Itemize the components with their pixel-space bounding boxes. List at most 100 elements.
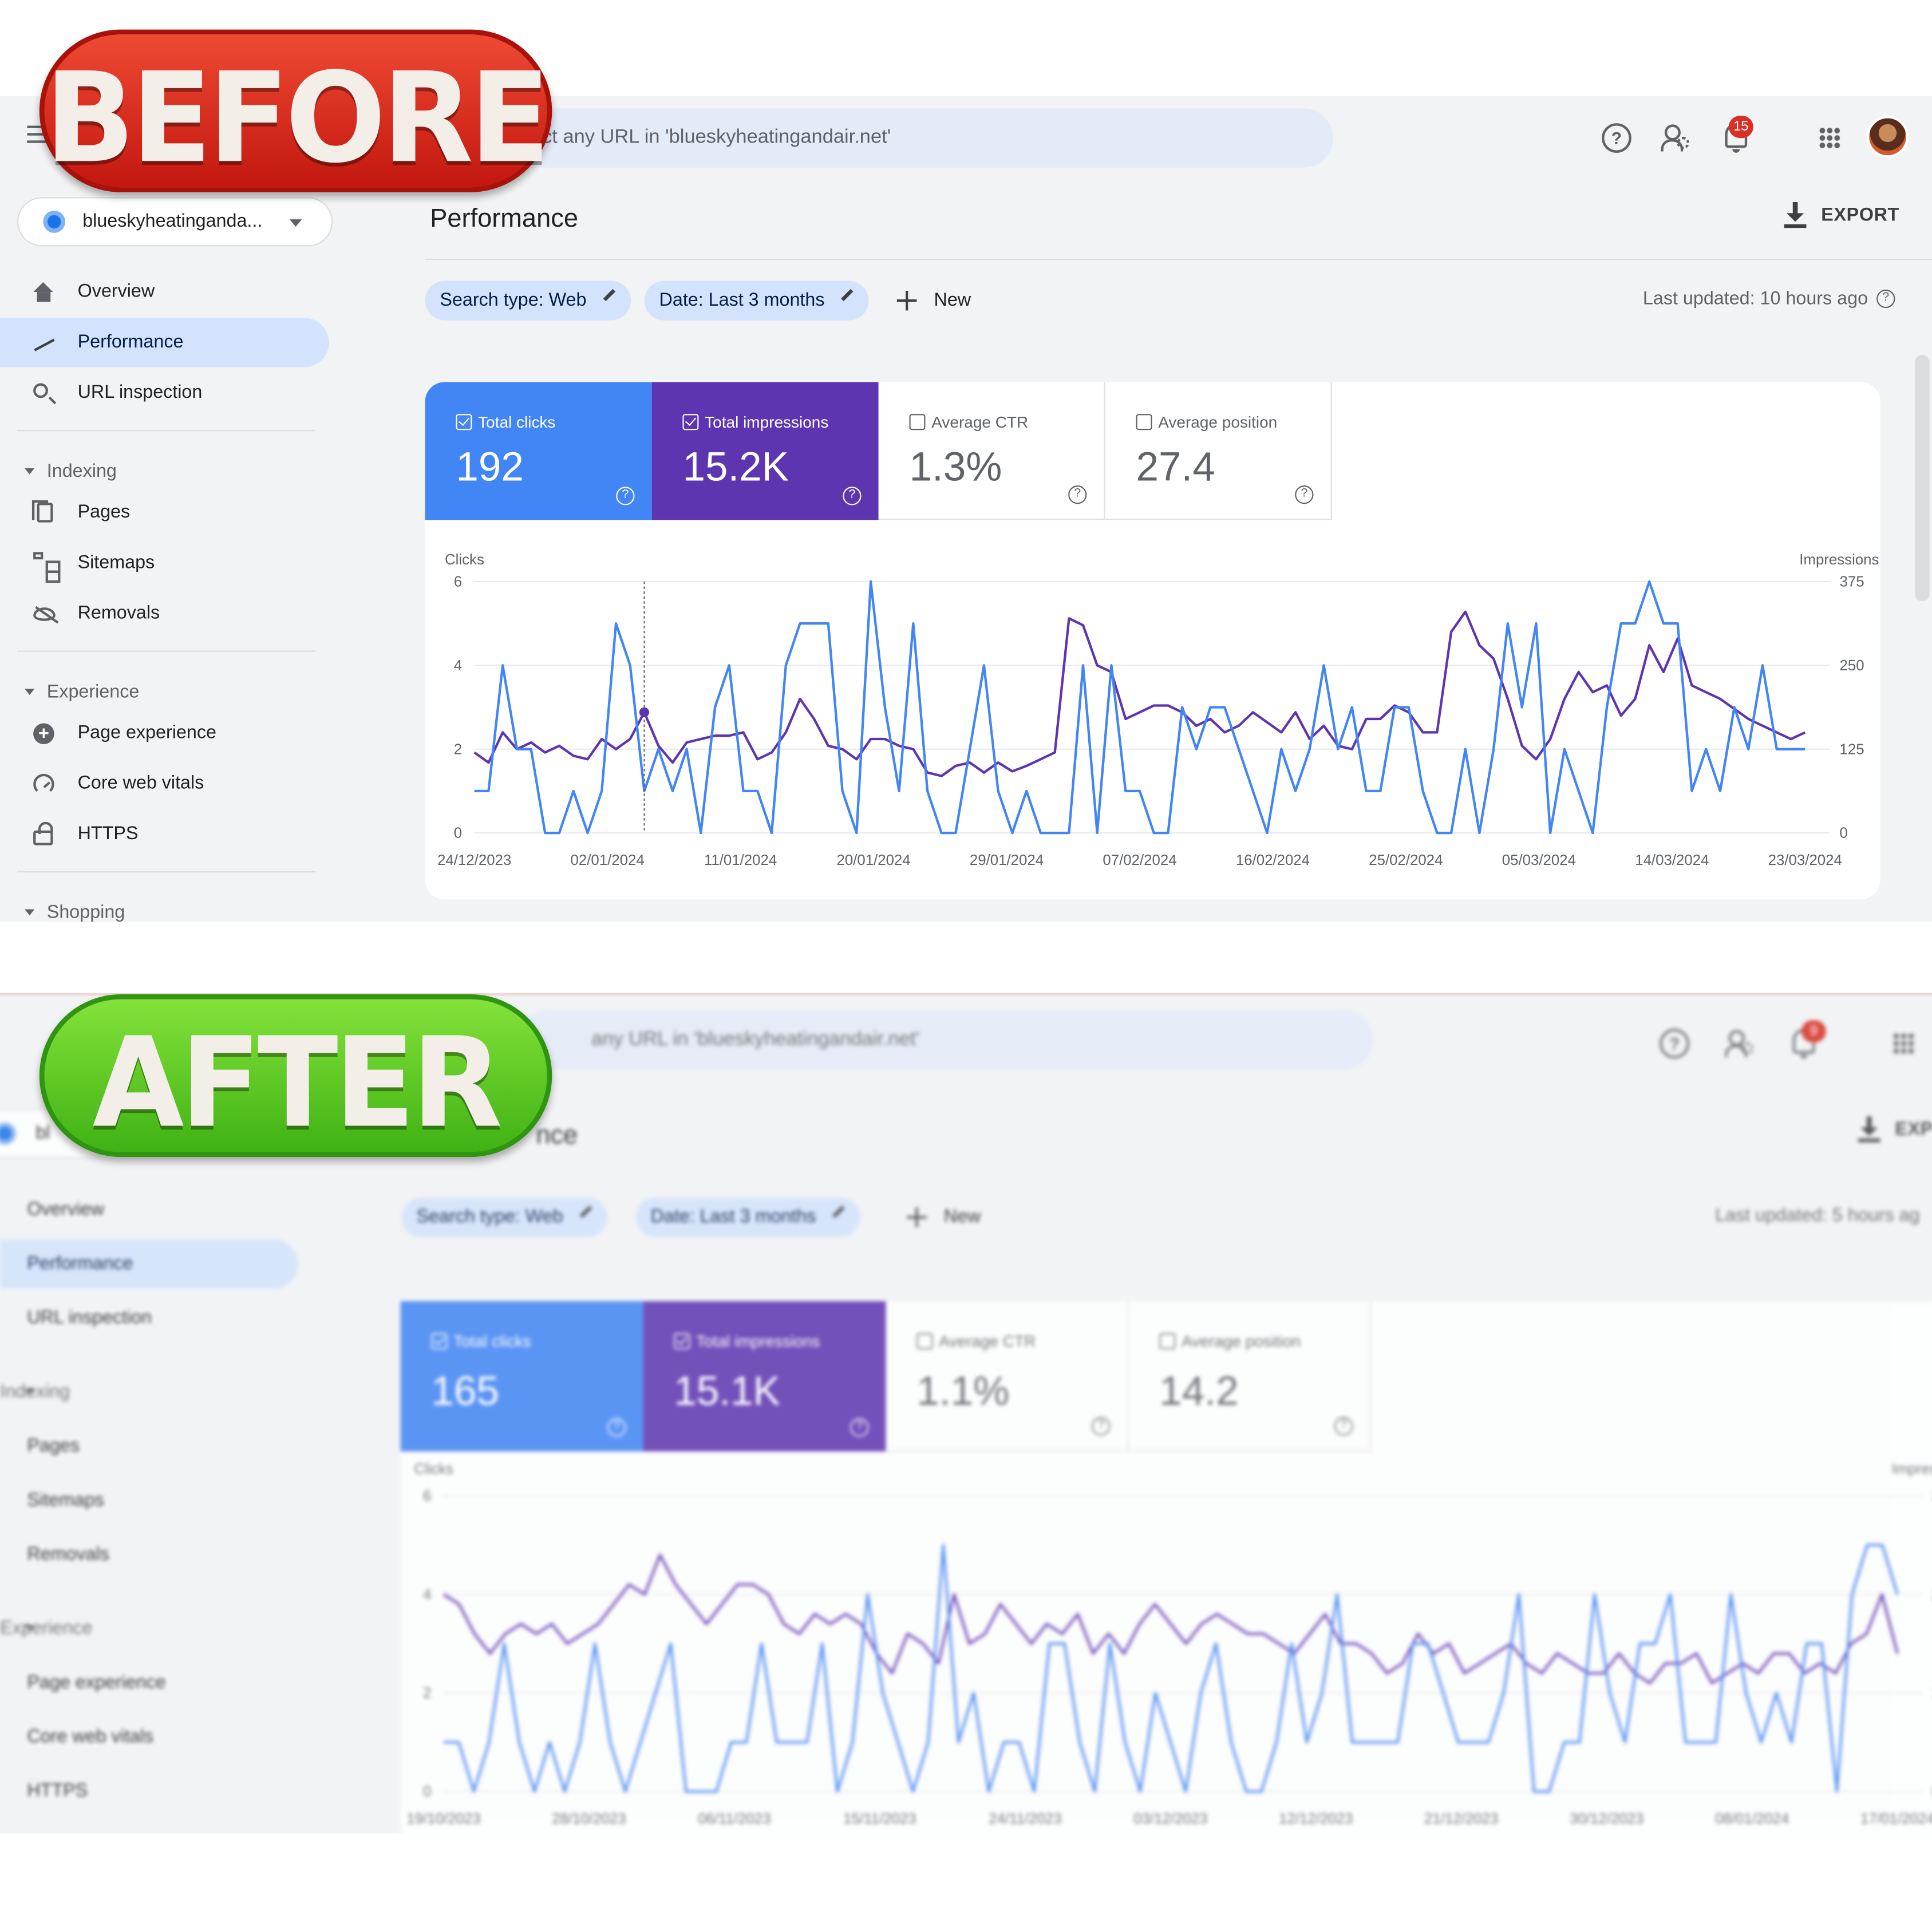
y-tick-label: 0 (454, 825, 462, 841)
y-axis-label: Clicks (445, 552, 484, 568)
x-tick-label: 24/12/2023 (437, 852, 511, 868)
sidebar-item-https[interactable]: HTTPS (0, 809, 329, 859)
sitemap-icon (33, 552, 61, 583)
metric-average-ctr[interactable]: Average CTR 1.1% ? (886, 1301, 1129, 1452)
metric-label: Average position (1158, 413, 1278, 432)
help-circle-icon[interactable]: ? (1092, 1417, 1111, 1436)
help-icon[interactable]: ? (1602, 123, 1631, 153)
plus-icon (896, 290, 917, 311)
filter-chip-search-type[interactable]: Search type: Web (401, 1198, 608, 1238)
checkbox-checked-icon[interactable] (431, 1333, 448, 1349)
metric-average-position[interactable]: Average position 14.2 ? (1128, 1301, 1372, 1452)
search-input[interactable]: ct any URL in 'blueskyheatingandair.net' (468, 108, 1333, 168)
sidebar-item-core-web-vitals[interactable]: Core web vitals (0, 759, 329, 808)
download-icon (1784, 202, 1807, 228)
sidebar-item-label: Pages (77, 501, 131, 523)
sidebar-item-removals[interactable]: Removals (0, 589, 329, 638)
checkbox-icon[interactable] (1159, 1333, 1176, 1349)
sidebar-item-page-experience[interactable]: Page experience (0, 709, 329, 759)
metric-total-impressions[interactable]: Total impressions 15.1K ? (643, 1301, 886, 1452)
x-tick-label: 05/03/2024 (1502, 852, 1576, 868)
section-indexing[interactable]: Indexing (0, 461, 117, 482)
performance-card: Total clicks 165 ? Total impressions 15.… (400, 1301, 1932, 1834)
apps-grid-icon[interactable] (1893, 1032, 1915, 1055)
section-shopping[interactable]: Shopping (0, 902, 125, 922)
help-circle-icon[interactable]: ? (1295, 485, 1314, 504)
checkbox-checked-icon[interactable] (456, 414, 472, 430)
metric-total-clicks[interactable]: Total clicks 165 ? (400, 1301, 643, 1452)
help-circle-icon[interactable]: ? (616, 487, 635, 505)
before-screenshot: ct any URL in 'blueskyheatingandair.net'… (0, 96, 1932, 922)
metric-label: Total clicks (453, 1332, 531, 1351)
after-badge: AFTER (39, 994, 552, 1157)
help-circle-icon[interactable]: ? (843, 487, 862, 505)
sidebar-item-overview[interactable]: Overview (0, 267, 329, 317)
checkbox-checked-icon[interactable] (674, 1333, 690, 1349)
sidebar-item-performance[interactable]: Performance (0, 318, 329, 368)
users-settings-icon[interactable] (1725, 1029, 1755, 1058)
new-label: New (934, 289, 971, 311)
performance-card: Total clicks 192 ? Total impressions 15.… (425, 382, 1880, 900)
help-icon[interactable]: ? (1660, 1029, 1689, 1058)
checkbox-icon[interactable] (1136, 414, 1152, 430)
property-selector[interactable]: blueskyheatinganda... (17, 197, 333, 247)
sidebar-item-url-inspection[interactable]: URL inspection (0, 369, 329, 418)
export-button[interactable]: EXP (1858, 1116, 1932, 1143)
metric-total-impressions[interactable]: Total impressions 15.2K ? (651, 382, 879, 520)
filter-chip-search-type[interactable]: Search type: Web (425, 280, 631, 321)
search-input[interactable]: any URL in 'blueskyheatingandair.net' (517, 1010, 1373, 1070)
new-filter-button[interactable]: New (896, 281, 971, 321)
filter-chip-date[interactable]: Date: Last 3 months (644, 280, 869, 321)
property-logo-icon (43, 211, 66, 233)
sidebar-item-removals[interactable]: Removals (0, 1530, 296, 1579)
pages-icon (31, 500, 53, 523)
x-tick-label: 07/02/2024 (1103, 852, 1176, 868)
sidebar-item-page-experience[interactable]: Page experience (0, 1658, 296, 1708)
sidebar-item-sitemaps[interactable]: Sitemaps (0, 539, 329, 588)
comparison-image: ct any URL in 'blueskyheatingandair.net'… (0, 0, 1932, 1932)
help-circle-icon[interactable]: ? (1068, 485, 1087, 504)
metric-total-clicks[interactable]: Total clicks 192 ? (425, 382, 652, 520)
section-experience[interactable]: Experience (0, 681, 139, 702)
users-settings-icon[interactable] (1661, 123, 1690, 153)
help-circle-icon[interactable]: ? (850, 1418, 869, 1437)
performance-chart[interactable]: 0 0 2 125 4 250 6 375 Clicks Impressions 24/12/202… (425, 520, 1880, 890)
new-label: New (943, 1206, 981, 1227)
x-tick-label: 30/12/2023 (1570, 1811, 1643, 1827)
sidebar-item-sitemaps[interactable]: Sitemaps (0, 1476, 296, 1526)
sidebar-item-label: Removals (27, 1543, 109, 1565)
new-filter-button[interactable]: New (907, 1198, 981, 1237)
metric-value: 165 (431, 1368, 499, 1413)
last-updated: Last updated: 10 hours ago? (1643, 289, 1895, 309)
sidebar-item-https[interactable]: HTTPS (0, 1767, 296, 1816)
section-experience[interactable]: Experience (0, 1618, 93, 1639)
checkbox-icon[interactable] (909, 414, 926, 430)
sidebar-item-core-web-vitals[interactable]: Core web vitals (0, 1713, 296, 1762)
checkbox-icon[interactable] (916, 1333, 933, 1349)
metric-value: 192 (456, 443, 524, 489)
section-label: Indexing (0, 1381, 70, 1402)
help-circle-icon[interactable]: ? (1876, 289, 1895, 309)
sidebar-item-pages[interactable]: Pages (0, 1422, 296, 1471)
metric-average-ctr[interactable]: Average CTR 1.3% ? (878, 382, 1105, 520)
export-label: EXPORT (1821, 204, 1899, 226)
metric-average-position[interactable]: Average position 27.4 ? (1105, 382, 1332, 520)
y-tick-label: 6 (423, 1488, 431, 1504)
sidebar-item-pages[interactable]: Pages (0, 488, 329, 537)
apps-grid-icon[interactable] (1818, 127, 1841, 149)
export-button[interactable]: EXPORT (1784, 202, 1899, 228)
help-circle-icon[interactable]: ? (607, 1418, 626, 1437)
section-indexing[interactable]: Indexing (0, 1381, 70, 1402)
x-tick-label: 21/12/2023 (1424, 1811, 1498, 1827)
checkbox-checked-icon[interactable] (682, 414, 699, 430)
performance-chart[interactable]: 00210042006300ClicksImpressions19/10/202… (401, 1452, 1932, 1834)
sidebar-item-overview[interactable]: Overview (0, 1186, 296, 1235)
sidebar-item-label: Overview (27, 1199, 104, 1220)
scrollbar[interactable] (1914, 354, 1930, 602)
x-tick-label: 17/01/2024 (1860, 1811, 1932, 1827)
sidebar-item-url-inspection[interactable]: URL inspection (0, 1294, 296, 1343)
avatar[interactable] (1866, 116, 1909, 158)
sidebar-item-performance[interactable]: Performance (0, 1239, 298, 1289)
filter-chip-date[interactable]: Date: Last 3 months (635, 1198, 860, 1238)
help-circle-icon[interactable]: ? (1334, 1417, 1353, 1436)
